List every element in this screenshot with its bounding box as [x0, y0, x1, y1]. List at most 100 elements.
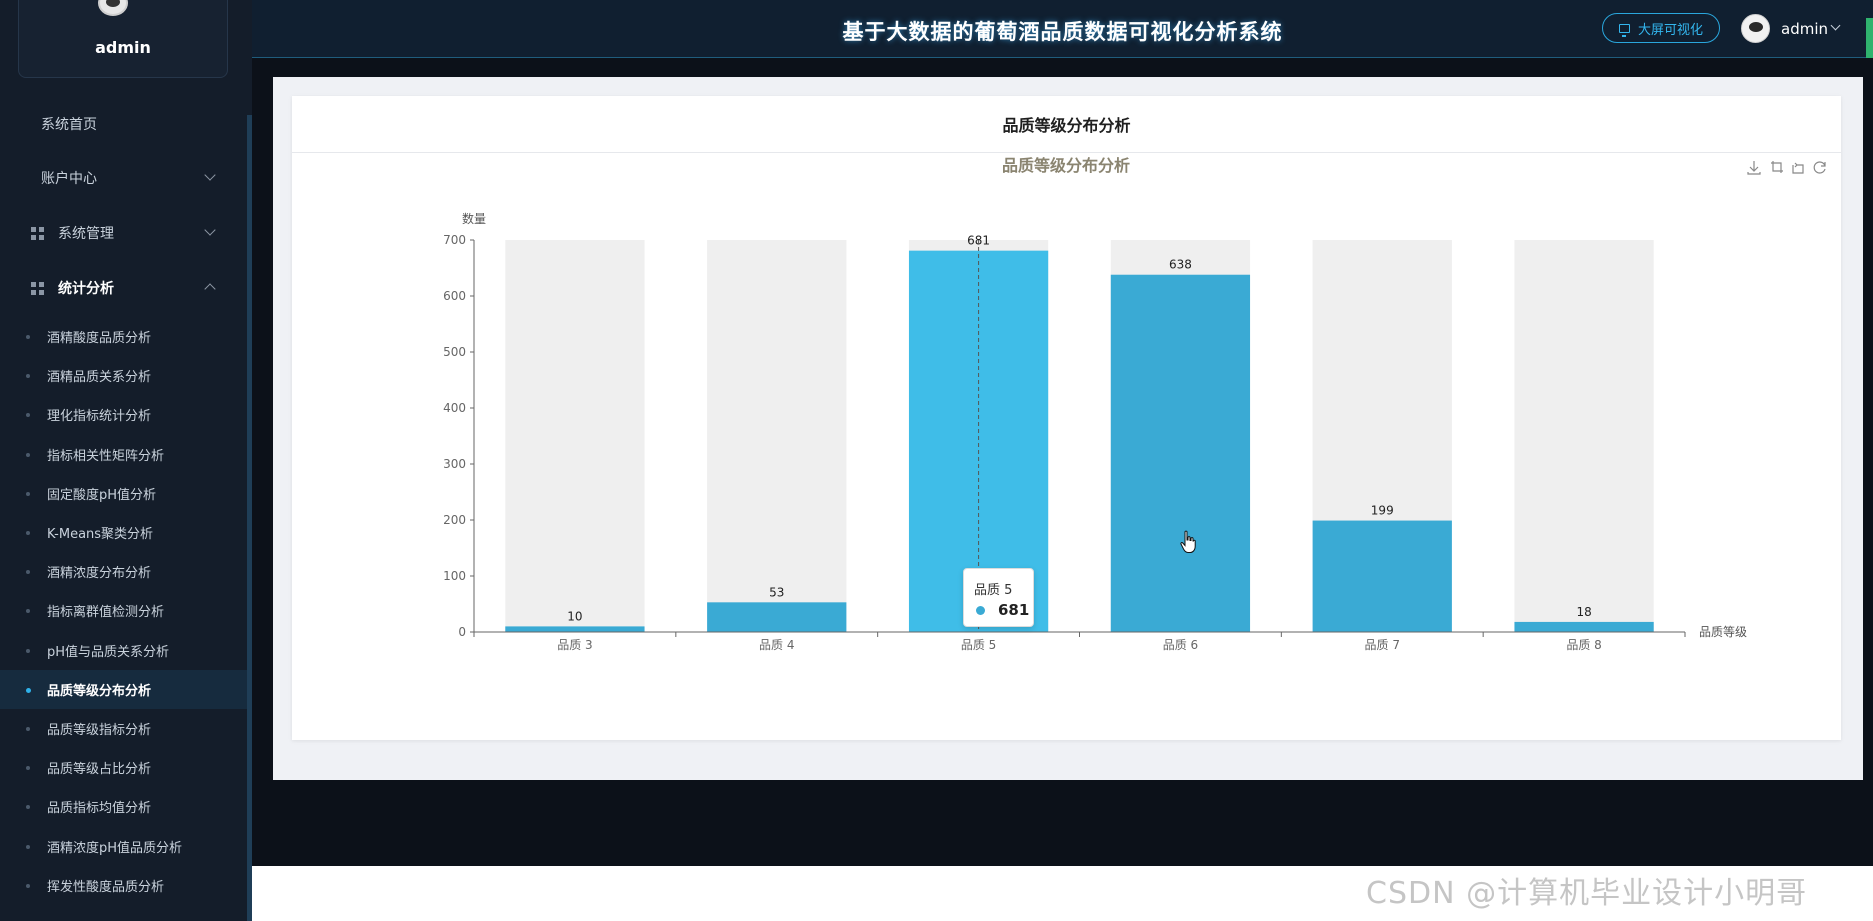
menu-item-label: 账户中心 — [41, 171, 97, 187]
y-tick-label: 400 — [443, 401, 466, 415]
sub-item-label: 酒精品质关系分析 — [47, 370, 152, 386]
bullet-icon — [26, 531, 30, 535]
sidebar-sub-item[interactable]: 品质等级占比分析 — [0, 748, 247, 787]
bar-background — [707, 240, 847, 632]
undo-icon[interactable] — [1792, 162, 1804, 174]
sidebar-sub-item[interactable]: 酒精浓度pH值品质分析 — [0, 827, 247, 866]
refresh-icon[interactable] — [1813, 161, 1826, 174]
bullet-icon — [26, 883, 30, 888]
x-tick-label: 品质 3 — [557, 638, 592, 652]
profile-username: admin — [95, 38, 151, 57]
sidebar-sub-item[interactable]: 指标相关性矩阵分析 — [0, 435, 247, 474]
card-title: 品质等级分布分析 — [1002, 116, 1131, 135]
bar-background — [505, 240, 645, 632]
bullet-icon — [26, 648, 30, 653]
bullet-icon — [26, 805, 30, 810]
tooltip-title: 品质 5 — [974, 583, 1013, 598]
sub-item-label: 酒精浓度分布分析 — [47, 566, 152, 582]
sub-item-label: 理化指标统计分析 — [47, 409, 152, 425]
x-tick-label: 品质 5 — [961, 638, 996, 652]
monitor-icon — [1618, 23, 1630, 37]
y-tick-label: 300 — [443, 457, 466, 471]
sub-item-label: 指标相关性矩阵分析 — [47, 448, 165, 464]
x-tick-label: 品质 6 — [1163, 638, 1198, 652]
y-tick-label: 200 — [443, 513, 466, 527]
bullet-icon — [26, 335, 30, 339]
sidebar: admin 系统首页 账户中心 系统管理 统计分析 酒精酸度品质分析酒精品质关系… — [0, 0, 252, 921]
bar-6[interactable] — [1514, 621, 1654, 632]
sidebar-sub-item[interactable]: 品质指标均值分析 — [0, 787, 247, 826]
y-tick-label: 600 — [443, 289, 466, 303]
bullet-icon — [26, 844, 30, 849]
menu-item-statistics[interactable]: 统计分析 — [0, 268, 247, 308]
sub-item-label: 固定酸度pH值分析 — [47, 487, 157, 503]
bar-1[interactable] — [505, 626, 645, 632]
chevron-down-icon — [204, 169, 216, 181]
crop-icon[interactable] — [1771, 161, 1783, 173]
data-label: 638 — [1169, 258, 1192, 272]
bar-background — [1514, 240, 1654, 632]
x-tick-label: 品质 8 — [1566, 638, 1601, 652]
watermark-text: CSDN @计算机毕业设计小明哥 — [1366, 876, 1808, 911]
sidebar-sub-item[interactable]: 品质等级分布分析 — [0, 669, 247, 709]
bar-2[interactable] — [707, 602, 847, 632]
sidebar-sub-item[interactable]: 品质等级指标分析 — [0, 709, 247, 748]
bigscreen-button[interactable]: 大屏可视化 — [1602, 13, 1720, 43]
grid-icon — [31, 282, 44, 295]
sidebar-sub-item[interactable]: pH值与品质关系分析 — [0, 631, 247, 670]
menu-item-home[interactable]: 系统首页 — [0, 104, 247, 144]
data-label: 10 — [567, 609, 582, 623]
menu-item-label: 统计分析 — [58, 281, 114, 297]
sub-item-label: 品质等级占比分析 — [47, 762, 152, 778]
menu-item-account[interactable]: 账户中心 — [0, 158, 247, 198]
tooltip-series-dot — [976, 606, 985, 615]
y-tick-label: 100 — [443, 569, 466, 583]
download-icon[interactable] — [1747, 161, 1761, 175]
sidebar-sub-item[interactable]: 理化指标统计分析 — [0, 395, 247, 434]
bar-chart[interactable]: 品质等级分布分析数量 0 100 200 300 400 500 600 700 10 品质 3 53… — [292, 153, 1841, 740]
y-tick-label: 700 — [443, 233, 466, 247]
data-label: 199 — [1371, 504, 1394, 518]
sub-item-label: 品质等级分布分析 — [47, 683, 152, 699]
y-tick-label: 500 — [443, 345, 466, 359]
sidebar-sub-item[interactable]: 酒精品质关系分析 — [0, 356, 247, 395]
sidebar-sub-item[interactable]: 酒精酸度品质分析 — [0, 317, 247, 356]
sidebar-sub-item[interactable]: K-Means聚类分析 — [0, 513, 247, 552]
tooltip-value: 681 — [998, 601, 1030, 619]
user-avatar[interactable] — [1741, 14, 1770, 43]
sub-item-label: 酒精浓度pH值品质分析 — [47, 840, 183, 856]
hand-cursor-icon — [1180, 530, 1196, 553]
bullet-icon — [26, 570, 30, 575]
bullet-icon — [26, 452, 30, 457]
sub-item-label: K-Means聚类分析 — [47, 527, 154, 542]
chart-tooltip: 品质 5 681 — [963, 568, 1034, 627]
edge-indicator — [1866, 18, 1873, 58]
data-label: 18 — [1576, 605, 1591, 619]
bigscreen-label: 大屏可视化 — [1637, 22, 1703, 38]
sub-item-label: 指标离群值检测分析 — [47, 605, 165, 621]
bullet-icon — [26, 491, 30, 496]
data-label: 53 — [769, 585, 784, 599]
chart-title: 品质等级分布分析 — [1002, 156, 1130, 175]
y-tick-label: 0 — [458, 625, 466, 639]
sub-item-label: 品质指标均值分析 — [47, 801, 152, 817]
bullet-icon — [26, 374, 30, 379]
sidebar-sub-item[interactable]: 挥发性酸度品质分析 — [0, 866, 247, 905]
sub-item-label: 品质等级指标分析 — [47, 723, 152, 738]
y-axis-title: 数量 — [462, 211, 486, 226]
header-username[interactable]: admin — [1781, 20, 1828, 38]
bar-4[interactable] — [1110, 274, 1251, 632]
sub-item-label: pH值与品质关系分析 — [47, 644, 170, 660]
grid-icon — [31, 227, 44, 240]
bullet-icon — [26, 727, 30, 731]
sidebar-sub-item[interactable]: 指标离群值检测分析 — [0, 591, 247, 630]
x-tick-label: 品质 4 — [759, 638, 794, 652]
x-axis-title: 品质等级 — [1699, 625, 1747, 639]
menu-item-system[interactable]: 系统管理 — [0, 213, 247, 253]
bullet-icon — [26, 766, 30, 771]
sub-item-label: 挥发性酸度品质分析 — [47, 879, 165, 895]
menu-item-label: 系统管理 — [58, 226, 114, 242]
sidebar-sub-item[interactable]: 酒精浓度分布分析 — [0, 552, 247, 591]
bar-5[interactable] — [1312, 520, 1452, 632]
sidebar-sub-item[interactable]: 固定酸度pH值分析 — [0, 474, 247, 513]
